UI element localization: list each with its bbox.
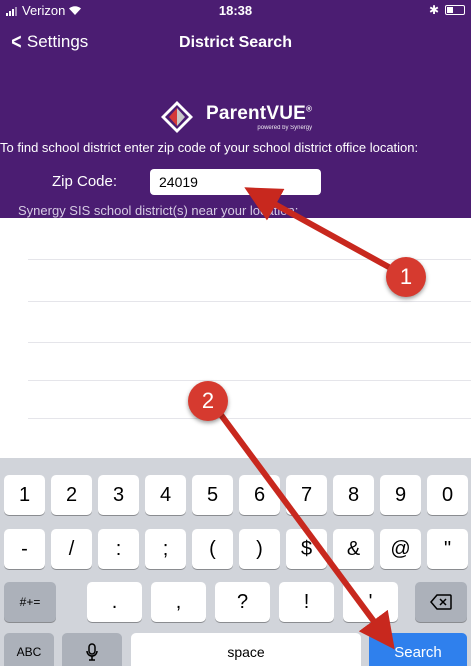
- key-5[interactable]: 5: [192, 475, 233, 515]
- list-separator: [28, 342, 471, 343]
- key-comma[interactable]: ,: [151, 582, 206, 622]
- zip-code-label: Zip Code:: [52, 173, 118, 190]
- logo-name: ParentVUE®: [206, 102, 313, 124]
- bluetooth-icon: ✱: [428, 3, 439, 17]
- key-7[interactable]: 7: [286, 475, 327, 515]
- key-more-symbols[interactable]: #+=: [4, 582, 56, 622]
- clock: 18:38: [218, 3, 253, 18]
- step-badge-2: 2: [188, 381, 228, 421]
- search-key[interactable]: Search: [369, 633, 467, 666]
- page-title: District Search: [179, 34, 292, 51]
- list-separator: [28, 380, 471, 381]
- key-question[interactable]: ?: [215, 582, 270, 622]
- key-1[interactable]: 1: [4, 475, 45, 515]
- nav-bar: < Settings District Search: [0, 24, 471, 64]
- district-list: [0, 218, 471, 458]
- zip-code-input[interactable]: [150, 169, 321, 195]
- key-open-paren[interactable]: (: [192, 529, 233, 569]
- list-separator: [28, 418, 471, 419]
- key-3[interactable]: 3: [98, 475, 139, 515]
- backspace-icon: [430, 594, 452, 610]
- status-right: ✱: [429, 3, 465, 17]
- key-0[interactable]: 0: [427, 475, 468, 515]
- key-9[interactable]: 9: [380, 475, 421, 515]
- numeric-keyboard: 1 2 3 4 5 6 7 8 9 0 - / : ; ( ) $ & @ " …: [0, 458, 471, 666]
- parentvue-diamond-icon: [161, 101, 193, 133]
- key-exclamation[interactable]: !: [279, 582, 334, 622]
- backspace-key[interactable]: [415, 582, 467, 622]
- key-4[interactable]: 4: [145, 475, 186, 515]
- screen: Verizon 18:38 ✱ < Settings District Sear…: [0, 0, 471, 666]
- parentvue-logo: ParentVUE® powered by Synergy: [160, 100, 312, 134]
- step-badge-1: 1: [386, 257, 426, 297]
- key-6[interactable]: 6: [239, 475, 280, 515]
- key-ampersand[interactable]: &: [333, 529, 374, 569]
- space-key[interactable]: space: [131, 633, 361, 666]
- logo-subtitle: powered by Synergy: [257, 124, 313, 131]
- key-dollar[interactable]: $: [286, 529, 327, 569]
- logo-text: ParentVUE® powered by Synergy: [206, 104, 312, 131]
- key-semicolon[interactable]: ;: [145, 529, 186, 569]
- key-slash[interactable]: /: [51, 529, 92, 569]
- key-8[interactable]: 8: [333, 475, 374, 515]
- key-colon[interactable]: :: [98, 529, 139, 569]
- microphone-icon: [86, 643, 98, 661]
- purple-header: Verizon 18:38 ✱ < Settings District Sear…: [0, 0, 471, 218]
- key-close-paren[interactable]: ): [239, 529, 280, 569]
- key-at[interactable]: @: [380, 529, 421, 569]
- key-quote[interactable]: ": [427, 529, 468, 569]
- status-bar: Verizon 18:38 ✱: [0, 0, 471, 22]
- battery-icon: [445, 5, 465, 15]
- key-hyphen[interactable]: -: [4, 529, 45, 569]
- key-period[interactable]: .: [87, 582, 142, 622]
- key-2[interactable]: 2: [51, 475, 92, 515]
- list-separator: [28, 301, 471, 302]
- dictation-key[interactable]: [62, 633, 122, 666]
- instructions-text: To find school district enter zip code o…: [0, 140, 419, 155]
- abc-key[interactable]: ABC: [4, 633, 54, 666]
- key-apostrophe[interactable]: ': [343, 582, 398, 622]
- district-list-label: Synergy SIS school district(s) near your…: [18, 203, 299, 218]
